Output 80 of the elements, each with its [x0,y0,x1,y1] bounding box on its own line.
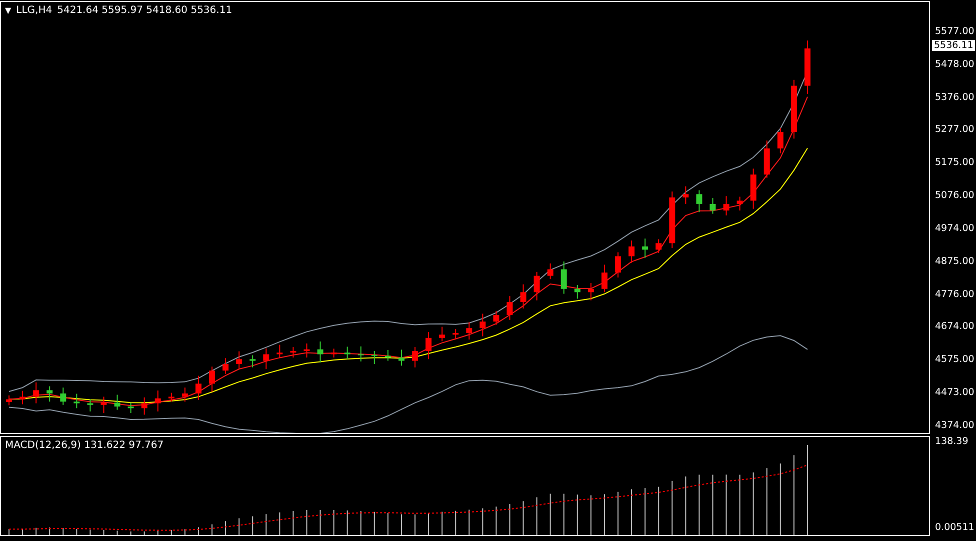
candlestick [276,344,283,358]
candlestick [114,394,120,410]
price-axis-label: 4674.00 [935,321,974,332]
candlestick [750,168,756,210]
price-axis-label: 5376.00 [935,92,974,103]
price-axis-label: 5478.00 [935,58,974,70]
candlestick [493,310,500,326]
price-axis-label: 4374.00 [935,420,974,431]
candlestick [398,349,404,366]
candlestick [534,271,540,301]
candlestick [506,296,513,320]
candlestick [628,240,635,264]
candlestick [710,198,716,214]
candlestick [601,264,608,293]
candlestick [33,382,40,404]
price-axis-label: 4776.00 [935,288,974,300]
candlestick [6,394,12,406]
candlestick [250,354,256,368]
candlestick [100,396,107,414]
candlestick [412,346,418,368]
candlestick [520,284,526,309]
candlestick [60,387,66,406]
candlestick [154,390,161,412]
candlestick [141,396,148,416]
candlestick [358,346,364,362]
candlestick [777,128,784,154]
candlestick [20,390,26,405]
price-axis-label: 5076.00 [935,190,974,202]
candlestick [696,190,702,213]
candlestick [736,196,743,211]
candlestick [304,342,310,358]
candlestick [371,350,378,365]
candlestick [74,393,80,409]
candlestick [723,196,730,216]
candlestick [669,191,676,249]
candlestick [344,346,350,360]
candlestick [263,348,270,370]
candlestick [46,386,53,402]
candlestick [466,322,472,340]
candlestick [560,260,567,294]
candlestick [290,346,296,358]
candlestick [642,238,648,258]
candlestick [236,350,242,370]
candlestick [547,262,554,280]
candlestick [87,398,94,412]
price-axis-label: 4473.00 [935,387,974,398]
candlestick [656,238,662,254]
macd-axis-label: 138.39 [935,436,968,447]
current-price-tag: 5536.11 [932,40,976,52]
candlestick [615,252,621,278]
candlestick [682,186,689,204]
candlestick [317,341,324,363]
price-axis-label: 4575.00 [935,354,974,366]
candlestick [452,328,459,340]
price-axis-label: 4875.00 [935,256,974,267]
price-axis-label: 5277.00 [935,124,974,136]
candlestick [182,387,188,402]
macd-axis-label: 0.00511 [935,522,974,533]
candlestick [480,313,486,337]
price-axis-label: 5175.00 [935,157,974,168]
candlestick [439,326,446,342]
candlestick [128,402,134,414]
price-axis-label: 4974.00 [935,222,974,234]
candlestick [764,140,770,178]
candlestick [790,79,797,140]
candlestick [574,284,580,300]
candlestick [588,282,594,301]
candlestick [209,366,215,392]
symbol-label: LLG,H4 [16,5,52,16]
macd-label: MACD(12,26,9) 131.622 97.767 [5,440,164,451]
candlestick [222,358,229,374]
candlestick [168,392,174,402]
candlestick [426,332,432,360]
candlestick [330,348,337,358]
price-axis-label: 5577.00 [935,26,974,37]
candlestick [195,375,202,400]
ohlc-values: 5421.64 5595.97 5418.60 5536.11 [57,5,232,16]
candlestick [384,350,391,362]
dropdown-arrow-icon[interactable]: ▼ [5,6,12,15]
candlestick [804,40,810,94]
